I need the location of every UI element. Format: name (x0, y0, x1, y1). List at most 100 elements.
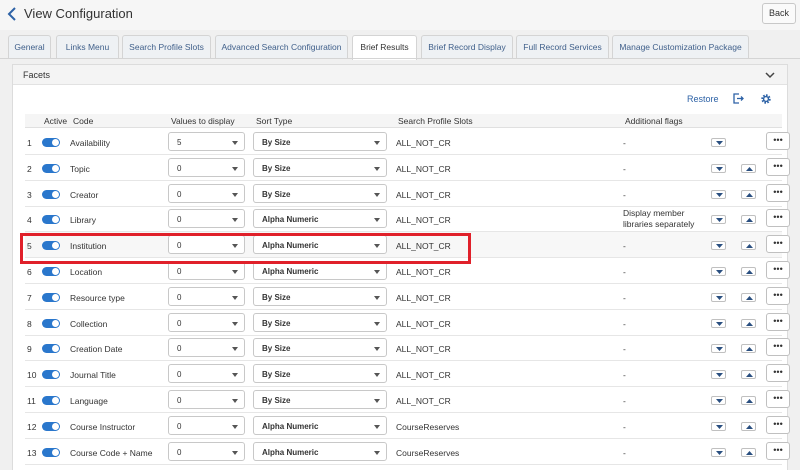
gear-icon[interactable] (760, 93, 772, 105)
row-actions-button[interactable]: ••• (766, 183, 790, 202)
row-actions-button[interactable]: ••• (766, 390, 790, 408)
active-toggle[interactable] (42, 189, 60, 199)
active-toggle[interactable] (42, 241, 60, 251)
move-up-button[interactable] (741, 215, 756, 225)
panel-header[interactable]: Facets (13, 65, 787, 85)
move-up-button[interactable] (741, 318, 756, 328)
move-down-button[interactable] (711, 318, 726, 328)
active-toggle[interactable] (42, 447, 60, 457)
row-actions-button[interactable]: ••• (766, 132, 790, 150)
row-actions-button[interactable]: ••• (766, 235, 790, 254)
row-actions-button[interactable]: ••• (766, 364, 790, 383)
values-to-display-select[interactable]: 0 (168, 441, 245, 461)
row-actions-button[interactable]: ••• (766, 312, 790, 331)
move-up-button[interactable] (741, 344, 756, 354)
move-down-button[interactable] (711, 215, 726, 225)
values-to-display-select[interactable]: 0 (168, 261, 245, 280)
sort-type-select[interactable]: Alpha Numeric (253, 235, 387, 255)
tab-search-profile-slots[interactable]: Search Profile Slots (122, 35, 211, 59)
tab-advanced-search-configuration[interactable]: Advanced Search Configuration (215, 35, 348, 59)
move-down-button[interactable] (711, 189, 726, 199)
sort-type-select[interactable]: By Size (253, 157, 387, 177)
values-to-display-select[interactable]: 0 (168, 157, 245, 177)
values-to-display-select[interactable]: 0 (168, 235, 245, 255)
move-down-button[interactable] (711, 267, 726, 276)
back-button[interactable]: Back (762, 3, 796, 24)
active-toggle[interactable] (42, 421, 60, 431)
row-actions-button[interactable]: ••• (766, 338, 790, 357)
sort-type-select[interactable]: By Size (253, 338, 387, 358)
values-to-display-select[interactable]: 0 (168, 415, 245, 435)
tab-links-menu[interactable]: Links Menu (56, 35, 119, 59)
values-to-display-select[interactable]: 0 (168, 286, 245, 306)
restore-link[interactable]: Restore (687, 94, 719, 104)
tab-brief-record-display[interactable]: Brief Record Display (421, 35, 513, 59)
values-select-value: 0 (177, 421, 182, 431)
move-up-button[interactable] (741, 370, 756, 380)
move-up-button[interactable] (741, 241, 756, 251)
row-actions-button[interactable]: ••• (766, 441, 790, 460)
move-down-button[interactable] (711, 241, 726, 251)
row-actions-button[interactable]: ••• (766, 286, 790, 305)
additional-flags: - (623, 292, 626, 303)
move-down-button[interactable] (711, 163, 726, 173)
tab-manage-customization-package[interactable]: Manage Customization Package (612, 35, 749, 59)
chevron-left-icon[interactable] (7, 6, 17, 22)
tab-general[interactable]: General (8, 35, 51, 59)
sort-type-select[interactable]: Alpha Numeric (253, 261, 387, 280)
active-toggle[interactable] (42, 344, 60, 354)
values-to-display-select[interactable]: 0 (168, 390, 245, 409)
active-toggle[interactable] (42, 292, 60, 302)
move-up-button[interactable] (741, 189, 756, 199)
values-to-display-select[interactable]: 0 (168, 312, 245, 332)
row-actions-button[interactable]: ••• (766, 415, 790, 434)
sort-type-select[interactable]: By Size (253, 364, 387, 384)
values-to-display-select[interactable]: 0 (168, 209, 245, 229)
row-actions-button[interactable]: ••• (766, 157, 790, 176)
move-up-button[interactable] (741, 396, 756, 405)
row-actions-button[interactable]: ••• (766, 209, 790, 228)
move-down-button[interactable] (711, 292, 726, 302)
active-toggle[interactable] (42, 370, 60, 380)
active-toggle[interactable] (42, 318, 60, 328)
move-down-button[interactable] (711, 370, 726, 380)
active-toggle[interactable] (42, 138, 60, 147)
values-to-display-select[interactable]: 5 (168, 132, 245, 151)
row-actions-button[interactable]: ••• (766, 261, 790, 279)
sort-type-select[interactable]: By Size (253, 183, 387, 203)
values-to-display-select[interactable]: 0 (168, 183, 245, 203)
move-down-button[interactable] (711, 447, 726, 457)
export-icon[interactable] (732, 92, 745, 105)
sort-type-select[interactable]: Alpha Numeric (253, 415, 387, 435)
move-down-button[interactable] (711, 421, 726, 431)
sort-type-select[interactable]: By Size (253, 286, 387, 306)
sort-type-select[interactable]: By Size (253, 390, 387, 409)
active-toggle[interactable] (42, 163, 60, 173)
move-down-button[interactable] (711, 396, 726, 405)
move-up-button[interactable] (741, 267, 756, 276)
facet-code: Topic (70, 163, 90, 174)
chevron-down-icon[interactable] (765, 71, 775, 79)
move-up-button[interactable] (741, 292, 756, 302)
active-toggle[interactable] (42, 267, 60, 276)
sort-type-select[interactable]: By Size (253, 132, 387, 151)
move-down-button[interactable] (711, 344, 726, 354)
active-toggle[interactable] (42, 396, 60, 405)
move-up-button[interactable] (741, 163, 756, 173)
values-to-display-select[interactable]: 0 (168, 338, 245, 358)
values-to-display-select[interactable]: 0 (168, 364, 245, 384)
tab-brief-results[interactable]: Brief Results (352, 35, 417, 60)
caret-down-icon (716, 270, 723, 274)
table-row: 6 Location 0 Alpha Numeric ALL_NOT_CR - ••• (25, 258, 790, 284)
sort-select-value: Alpha Numeric (262, 267, 319, 276)
sort-type-select[interactable]: By Size (253, 312, 387, 332)
caret-up-icon (746, 192, 753, 197)
additional-flags: - (623, 370, 626, 381)
sort-type-select[interactable]: Alpha Numeric (253, 209, 387, 229)
move-up-button[interactable] (741, 447, 756, 457)
tab-full-record-services[interactable]: Full Record Services (516, 35, 609, 59)
sort-type-select[interactable]: Alpha Numeric (253, 441, 387, 461)
move-down-button[interactable] (711, 138, 726, 147)
move-up-button[interactable] (741, 421, 756, 431)
active-toggle[interactable] (42, 215, 60, 225)
